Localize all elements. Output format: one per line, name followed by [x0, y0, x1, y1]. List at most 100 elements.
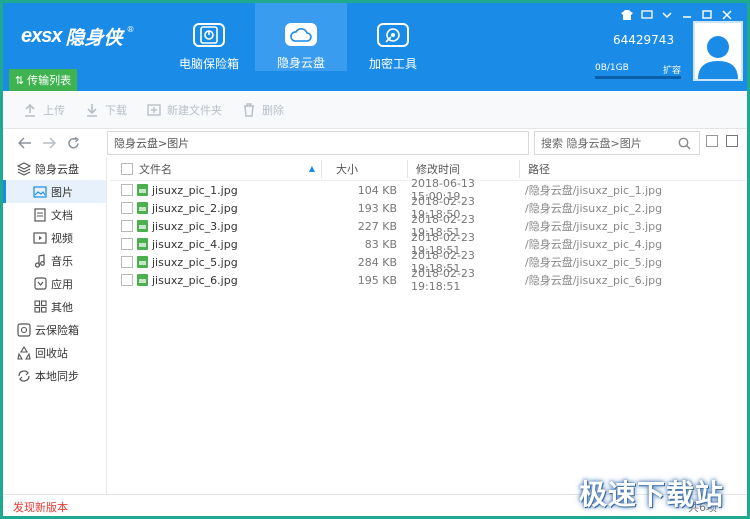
file-name-cell: jisuxz_pic_3.jpg	[109, 220, 321, 233]
toolbar: 上传 下载 新建文件夹 删除	[3, 91, 747, 129]
row-checkbox[interactable]	[121, 202, 133, 214]
nav-encrypt-tools[interactable]: 加密工具	[347, 3, 439, 71]
column-header-size[interactable]: 大小	[321, 159, 407, 178]
row-checkbox[interactable]	[121, 274, 133, 286]
sidebar-label: 图片	[51, 185, 73, 199]
address-row: 隐身云盘>图片 搜索 隐身云盘>图片	[3, 129, 747, 157]
sidebar-item-recycle-bin[interactable]: 回收站	[3, 341, 106, 364]
column-header-date[interactable]: 修改时间	[407, 159, 519, 178]
column-label: 修改时间	[416, 162, 460, 176]
file-path: /隐身云盘/jisuxz_pic_3.jpg	[525, 220, 663, 233]
sidebar-item-music[interactable]: 音乐	[3, 249, 106, 272]
sidebar-item-images[interactable]: 图片	[3, 180, 106, 203]
search-icon[interactable]	[678, 137, 691, 150]
sidebar-label: 应用	[51, 277, 73, 291]
transfer-list-button[interactable]: ⇅ 传输列表	[9, 69, 77, 91]
delete-button[interactable]: 删除	[242, 102, 284, 118]
forward-arrow-icon[interactable]	[37, 133, 61, 153]
search-placeholder: 搜索 隐身云盘>图片	[541, 137, 642, 150]
sidebar-label: 视频	[51, 231, 73, 245]
nav-label: 隐身云盘	[276, 56, 325, 70]
quota-text: 0B/1GB	[595, 63, 629, 73]
sidebar-item-videos[interactable]: 视频	[3, 226, 106, 249]
new-version-link[interactable]: 发现新版本	[13, 499, 68, 515]
row-checkbox[interactable]	[121, 256, 133, 268]
document-icon	[33, 207, 47, 222]
refresh-icon[interactable]	[61, 133, 85, 153]
file-name-cell: jisuxz_pic_1.jpg	[109, 184, 321, 197]
file-size: 193 KB	[357, 201, 397, 215]
table-row[interactable]: jisuxz_pic_6.jpg 195 KB 2018-02-23 19:18:5…	[109, 267, 747, 293]
row-checkbox[interactable]	[121, 238, 133, 250]
app-icon	[33, 277, 47, 291]
sidebar-item-cloud-safe[interactable]: 云保险箱	[3, 318, 106, 341]
table-body: jisuxz_pic_1.jpg 104 KB 2018-06-13 15:00:1…	[109, 177, 747, 293]
sidebar-label: 云保险箱	[35, 323, 79, 337]
file-name: jisuxz_pic_2.jpg	[152, 201, 238, 215]
back-arrow-icon[interactable]	[13, 133, 37, 153]
sync-icon	[17, 369, 31, 383]
message-icon[interactable]	[637, 7, 657, 23]
quota-expand-link[interactable]: 扩容	[663, 63, 681, 76]
sidebar-label: 隐身云盘	[35, 162, 79, 176]
row-checkbox[interactable]	[121, 220, 133, 232]
search-input[interactable]: 搜索 隐身云盘>图片	[534, 131, 700, 155]
column-label: 文件名	[139, 162, 172, 176]
shirt-icon[interactable]	[617, 7, 637, 23]
image-file-icon	[137, 274, 148, 286]
sidebar-item-cloud-disk[interactable]: 隐身云盘	[3, 157, 106, 180]
breadcrumb[interactable]: 隐身云盘>图片	[107, 131, 529, 155]
new-folder-button[interactable]: 新建文件夹	[147, 102, 222, 118]
quota-progress-bar	[595, 76, 681, 79]
sidebar-item-apps[interactable]: 应用	[3, 272, 106, 295]
row-checkbox[interactable]	[121, 184, 133, 196]
file-name-cell: jisuxz_pic_5.jpg	[109, 256, 321, 269]
column-header-name[interactable]: 文件名 ▲	[109, 161, 321, 177]
sort-asc-icon: ▲	[308, 164, 315, 173]
app-window: exsx 隐身侠 ® 电脑保险箱 隐身云盘 加密工具 ⇅ 传输列表 644297…	[0, 0, 750, 519]
file-size: 284 KB	[357, 255, 397, 269]
safe-icon	[193, 23, 225, 47]
transfer-icon: ⇅	[14, 73, 25, 87]
sidebar-item-documents[interactable]: 文档	[3, 203, 106, 226]
layers-icon	[17, 161, 31, 176]
header-bar: exsx 隐身侠 ® 电脑保险箱 隐身云盘 加密工具 ⇅ 传输列表 644297…	[3, 3, 747, 91]
file-name: jisuxz_pic_1.jpg	[152, 183, 238, 197]
sidebar-item-local-sync[interactable]: 本地同步	[3, 364, 106, 387]
list-view-icon[interactable]	[726, 135, 738, 147]
file-size: 83 KB	[364, 237, 397, 251]
transfer-label: 传输列表	[27, 74, 72, 87]
user-id: 64429743	[613, 33, 675, 47]
image-file-icon	[137, 202, 148, 214]
gear-lock-icon	[377, 23, 409, 47]
cloud-safe-icon	[17, 322, 31, 337]
file-name-cell: jisuxz_pic_4.jpg	[109, 238, 321, 251]
video-icon	[33, 231, 47, 245]
file-size: 227 KB	[357, 219, 397, 233]
nav-cloud-disk[interactable]: 隐身云盘	[255, 3, 347, 71]
image-file-icon	[137, 256, 148, 268]
select-all-checkbox[interactable]	[121, 162, 133, 175]
download-button[interactable]: 下载	[85, 102, 127, 118]
file-size: 195 KB	[357, 273, 397, 287]
new-folder-icon	[147, 103, 161, 117]
sidebar-item-other[interactable]: 其他	[3, 295, 106, 318]
upload-button[interactable]: 上传	[23, 102, 65, 118]
watermark: 极速下载站	[579, 478, 725, 511]
avatar[interactable]	[693, 21, 743, 81]
logo-text: 隐身侠	[65, 27, 123, 49]
upload-label: 上传	[43, 103, 65, 117]
column-label: 路径	[528, 162, 550, 176]
file-name-cell: jisuxz_pic_6.jpg	[109, 274, 321, 287]
sidebar-label: 其他	[51, 300, 73, 314]
grid-view-icon[interactable]	[706, 135, 718, 147]
file-modified: 2018-02-23 19:18:51	[411, 267, 475, 293]
file-name: jisuxz_pic_3.jpg	[152, 219, 238, 233]
quota-info: 0B/1GB 扩容	[595, 63, 681, 76]
column-header-path[interactable]: 路径	[519, 159, 719, 178]
menu-down-icon[interactable]	[657, 7, 677, 23]
nav-computer-safe[interactable]: 电脑保险箱	[163, 3, 255, 71]
file-size: 104 KB	[357, 183, 397, 197]
file-name-cell: jisuxz_pic_2.jpg	[109, 202, 321, 215]
other-icon	[33, 300, 47, 314]
